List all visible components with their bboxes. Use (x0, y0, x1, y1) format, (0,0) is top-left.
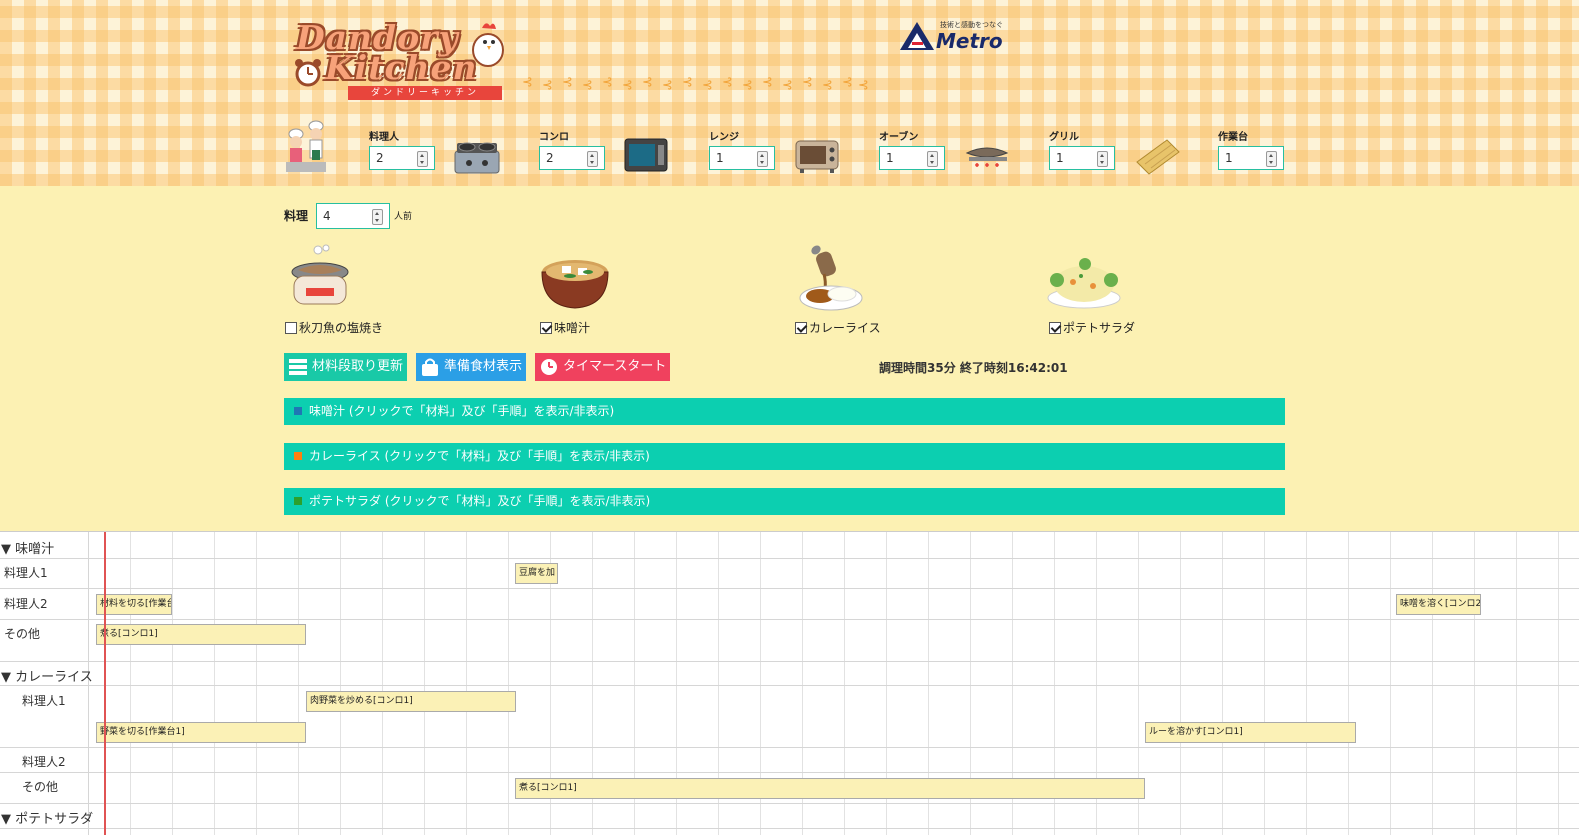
timer-start-button[interactable]: タイマースタート (535, 353, 670, 381)
microwave-icon (624, 138, 668, 172)
task-bar[interactable]: 味噌を溶く[コンロ2 (1396, 594, 1481, 615)
task-bar[interactable]: 煮る[コンロ1] (515, 778, 1145, 799)
logo-text-line2: Kitchen (325, 48, 478, 87)
row-label-miso-cook2: 料理人2 (4, 597, 48, 611)
stove-count-stepper[interactable] (587, 151, 598, 167)
dish-item-potato-salad[interactable]: ポテトサラダ (1049, 319, 1135, 336)
metro-brand-logo[interactable]: 技術と感動をつなぐ Metro (900, 20, 1003, 54)
header-banner: Dandory Kitchen ダンドリーキッチン ⊰ ⊰ ⊰ ⊰ ⊰ ⊰ ⊰ ⊰ ⊰ ⊰… (0, 0, 1579, 186)
task-bar[interactable]: ルーを溶かす[コンロ1] (1145, 722, 1356, 743)
group-toggle-curry[interactable]: ▼ カレーライス (1, 666, 93, 685)
shopping-bag-icon (422, 358, 438, 376)
grill-count-stepper[interactable] (1097, 151, 1108, 167)
microwave-count-input[interactable]: 1 (709, 146, 775, 170)
row-label-curry-cook1: 料理人1 (22, 694, 66, 708)
workbench-count-input[interactable]: 1 (1218, 146, 1284, 170)
alarm-clock-icon (295, 59, 321, 87)
logo-katakana-subtitle: ダンドリーキッチン (348, 86, 502, 100)
accordion-miso[interactable]: 味噌汁 (クリックで「材料」及び「手順」を表示/非表示) (284, 398, 1285, 425)
workbench-count-stepper[interactable] (1266, 151, 1277, 167)
show-ingredients-button[interactable]: 準備食材表示 (416, 353, 526, 381)
equipment-label-stove: コンロ (539, 132, 569, 143)
potato-salad-icon (1047, 258, 1121, 309)
cook-count-input[interactable]: 2 (369, 146, 435, 170)
dish-checkbox-potato-salad[interactable] (1049, 322, 1061, 334)
clock-icon (541, 359, 557, 375)
dish-item-curry[interactable]: カレーライス (795, 319, 881, 336)
row-label-miso-other: その他 (4, 627, 41, 641)
equipment-label-cook: 料理人 (369, 132, 399, 143)
chicken-mascot-icon (472, 23, 504, 67)
equipment-label-workbench: 作業台 (1218, 132, 1248, 143)
dish-item-miso[interactable]: 味噌汁 (540, 319, 590, 336)
dish-checkbox-curry[interactable] (795, 322, 807, 334)
current-time-marker (104, 532, 106, 835)
series-color-swatch (294, 497, 302, 505)
dish-config-panel: 料理 4 人前 秋刀魚の塩焼き 味噌汁 カレーライス ポテトサラダ 材料段取り更… (0, 186, 1579, 531)
equipment-label-microwave: レンジ (709, 132, 739, 143)
gas-stove-icon (454, 142, 500, 174)
schedule-timeline: ▼ 味噌汁 料理人1 料理人2 その他 ▼ カレーライス 料理人1 料理人2 そ… (0, 531, 1579, 835)
task-bar[interactable]: 豆腐を加 (515, 563, 558, 584)
equipment-label-oven: オーブン (879, 132, 919, 143)
cook-count-stepper[interactable] (417, 151, 428, 167)
grilled-fish-icon (291, 244, 349, 305)
list-icon (289, 359, 307, 375)
series-color-swatch (294, 407, 302, 415)
grill-count-input[interactable]: 1 (1049, 146, 1115, 170)
oven-count-stepper[interactable] (927, 151, 938, 167)
update-ingredients-button[interactable]: 材料段取り更新 (284, 353, 407, 381)
servings-input[interactable]: 4 (316, 203, 390, 229)
group-toggle-potato-salad[interactable]: ▼ ポテトサラダ (1, 808, 93, 827)
miso-soup-icon (541, 260, 609, 309)
row-label-curry-cook2: 料理人2 (22, 755, 66, 769)
curry-rice-icon (799, 245, 863, 311)
servings-unit: 人前 (394, 212, 413, 222)
servings-stepper[interactable] (372, 209, 383, 225)
brand-name: Metro (936, 29, 1003, 53)
row-label-curry-other: その他 (22, 780, 59, 794)
servings-label: 料理 (284, 209, 309, 223)
accordion-potato-salad[interactable]: ポテトサラダ (クリックで「材料」及び「手順」を表示/非表示) (284, 488, 1285, 515)
fish-grill-icon (965, 147, 1009, 167)
microwave-count-stepper[interactable] (757, 151, 768, 167)
dish-checkbox-sanma[interactable] (285, 322, 297, 334)
stove-count-input[interactable]: 2 (539, 146, 605, 170)
dish-checkbox-miso[interactable] (540, 322, 552, 334)
cutting-board-icon (1136, 139, 1180, 175)
row-label-miso-cook1: 料理人1 (4, 566, 48, 580)
dandory-kitchen-logo[interactable]: Dandory Kitchen ダンドリーキッチン (293, 18, 508, 104)
dish-item-sanma[interactable]: 秋刀魚の塩焼き (285, 319, 383, 336)
toaster-oven-icon (795, 140, 839, 173)
task-bar[interactable]: 肉野菜を炒める[コンロ1] (306, 691, 516, 712)
group-toggle-miso[interactable]: ▼ 味噌汁 (1, 538, 54, 557)
task-bar[interactable]: 煮る[コンロ1] (96, 624, 306, 645)
task-bar[interactable]: 野菜を切る[作業台1] (96, 722, 306, 743)
task-bar[interactable]: 材料を切る[作業台 (96, 594, 172, 615)
cooking-time-summary: 調理時間35分 終了時刻16:42:01 (879, 361, 1068, 375)
oven-count-input[interactable]: 1 (879, 146, 945, 170)
accordion-curry[interactable]: カレーライス (クリックで「材料」及び「手順」を表示/非表示) (284, 443, 1285, 470)
equipment-label-grill: グリル (1049, 132, 1079, 143)
series-color-swatch (294, 452, 302, 460)
chefs-icon (286, 120, 326, 172)
